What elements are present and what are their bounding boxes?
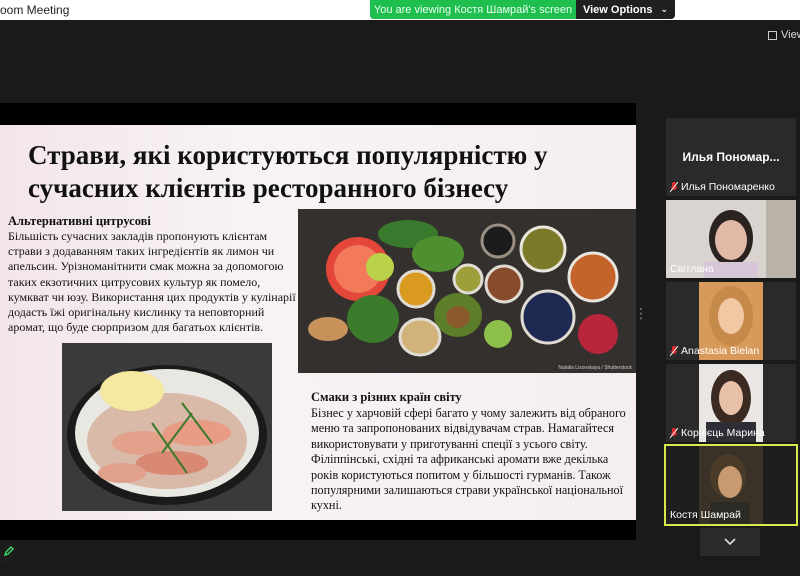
view-layout-button[interactable]: View [768, 29, 800, 41]
scroll-participants-button[interactable] [700, 528, 760, 556]
left-heading: Альтернативні цитрусові [8, 214, 151, 228]
shrimp-dish-image [62, 343, 272, 511]
participant-tile[interactable]: Світлана [666, 200, 796, 278]
chevron-down-icon [724, 538, 736, 546]
participant-name-tag: Корнієць Марина [669, 427, 765, 439]
split-drag-handle[interactable]: ⋮ [634, 305, 648, 335]
view-options-label: View Options [582, 3, 653, 16]
participant-display-name: Илья Пономар... [682, 150, 780, 164]
participant-name-tag: Anastasia Bielan [669, 345, 760, 357]
slide-title: Страви, які користуються популярністю у … [28, 140, 548, 203]
muted-mic-icon [669, 345, 679, 357]
image-credit: Natalia Lisovskaya / Shutterstock [558, 365, 632, 371]
participant-name: Корнієць Марина [681, 427, 765, 439]
right-heading: Смаки з різних країн світу [311, 390, 462, 404]
spices-vegetables-image: Natalia Lisovskaya / Shutterstock [298, 209, 636, 373]
participant-name: Anastasia Bielan [681, 345, 760, 357]
pencil-icon [3, 546, 14, 557]
shared-screen: Страви, які користуються популярністю у … [0, 103, 636, 540]
participant-name: Илья Пономаренко [681, 181, 775, 193]
right-paragraph: Бізнес у харчовій сфері багато у чому за… [311, 406, 626, 513]
annotate-button[interactable] [0, 540, 18, 562]
presentation-slide: Страви, які користуються популярністю у … [0, 125, 636, 520]
muted-mic-icon [669, 427, 679, 439]
participant-tile[interactable]: Илья Пономар... Илья Пономаренко [666, 118, 796, 196]
participant-tile[interactable]: Корнієць Марина [666, 364, 796, 442]
viewing-status: You are viewing Костя Шамрай's screen [370, 0, 576, 19]
screen-share-banner: You are viewing Костя Шамрай's screen Vi… [370, 0, 675, 19]
participant-tile[interactable]: Anastasia Bielan [666, 282, 796, 360]
muted-mic-icon [669, 181, 679, 193]
participant-name-tag: Світлана [670, 263, 714, 275]
participants-panel: Илья Пономар... Илья Пономаренко Світлан… [664, 118, 800, 528]
participant-name: Світлана [670, 263, 714, 275]
view-layout-label: View [781, 29, 800, 41]
participant-name-tag: Костя Шамрай [670, 509, 741, 521]
window-title: oom Meeting [0, 3, 70, 17]
view-options-button[interactable]: View Options ⌄ [576, 0, 675, 19]
chevron-down-icon: ⌄ [660, 4, 669, 14]
participant-name-tag: Илья Пономаренко [669, 181, 775, 193]
participant-name: Костя Шамрай [670, 509, 741, 521]
left-paragraph: Більшість сучасних закладів пропонують к… [8, 229, 296, 335]
participant-tile-active-speaker[interactable]: Костя Шамрай [664, 444, 798, 526]
grid-view-icon [768, 30, 777, 40]
